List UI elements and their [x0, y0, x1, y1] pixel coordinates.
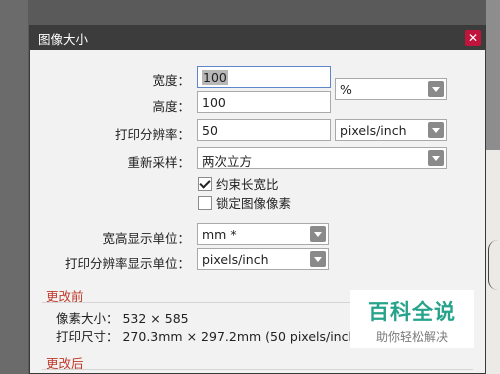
height-input[interactable]: 100 — [197, 91, 331, 113]
lock-pixels-label: 锁定图像像素 — [216, 196, 292, 211]
background-app-left — [0, 0, 28, 374]
pixel-size-text: 像素大小： 532 × 585 — [56, 311, 189, 326]
divider — [42, 369, 473, 370]
resample-value: 两次立方 — [202, 154, 253, 169]
display-resolution-select[interactable]: pixels/inch — [197, 248, 329, 270]
close-icon[interactable]: ✕ — [465, 30, 481, 46]
width-label: 宽度： — [152, 73, 190, 88]
resolution-unit-select[interactable]: pixels/inch — [335, 119, 447, 141]
dialog-title: 图像大小 — [38, 31, 89, 47]
constrain-ratio-row[interactable]: 约束长宽比 — [198, 174, 279, 193]
background-drawing — [488, 240, 500, 290]
watermark-subtitle: 助你轻松解决 — [375, 330, 448, 344]
resolution-input[interactable]: 50 — [197, 119, 331, 141]
constrain-ratio-checkbox[interactable] — [198, 176, 212, 191]
resample-label: 重新采样： — [127, 155, 190, 170]
display-resolution-value: pixels/inch — [202, 252, 269, 267]
constrain-ratio-label: 约束长宽比 — [216, 177, 279, 192]
print-size-text: 打印尺寸： 270.3mm × 297.2mm (50 pixels/inch) — [56, 329, 362, 344]
resample-select[interactable]: 两次立方 — [197, 147, 447, 169]
display-resolution-label: 打印分辨率显示单位： — [64, 256, 190, 271]
width-input[interactable]: 100 — [197, 66, 331, 88]
lock-pixels-row[interactable]: 锁定图像像素 — [198, 193, 291, 212]
dialog-titlebar[interactable]: 图像大小 — [30, 26, 485, 50]
resolution-label: 打印分辨率： — [114, 127, 190, 142]
chevron-down-icon[interactable] — [310, 251, 326, 267]
height-label: 高度： — [152, 99, 190, 114]
resolution-value: 50 — [202, 123, 218, 138]
size-unit-select[interactable]: % — [335, 78, 447, 100]
resolution-unit-value: pixels/inch — [340, 123, 407, 138]
display-unit-value: mm * — [202, 227, 237, 242]
chevron-down-icon[interactable] — [428, 122, 444, 138]
watermark-title: 百科全说 — [368, 300, 456, 324]
chevron-down-icon[interactable] — [428, 150, 444, 166]
watermark-logo: 百科全说 助你轻松解决 — [350, 290, 474, 348]
display-unit-select[interactable]: mm * — [197, 223, 329, 245]
chevron-down-icon[interactable] — [310, 226, 326, 242]
height-value: 100 — [202, 95, 226, 110]
width-value: 100 — [202, 70, 228, 85]
display-unit-label: 宽高显示单位： — [102, 231, 190, 246]
size-unit-value: % — [340, 82, 352, 97]
chevron-down-icon[interactable] — [428, 81, 444, 97]
lock-pixels-checkbox[interactable] — [198, 195, 212, 210]
